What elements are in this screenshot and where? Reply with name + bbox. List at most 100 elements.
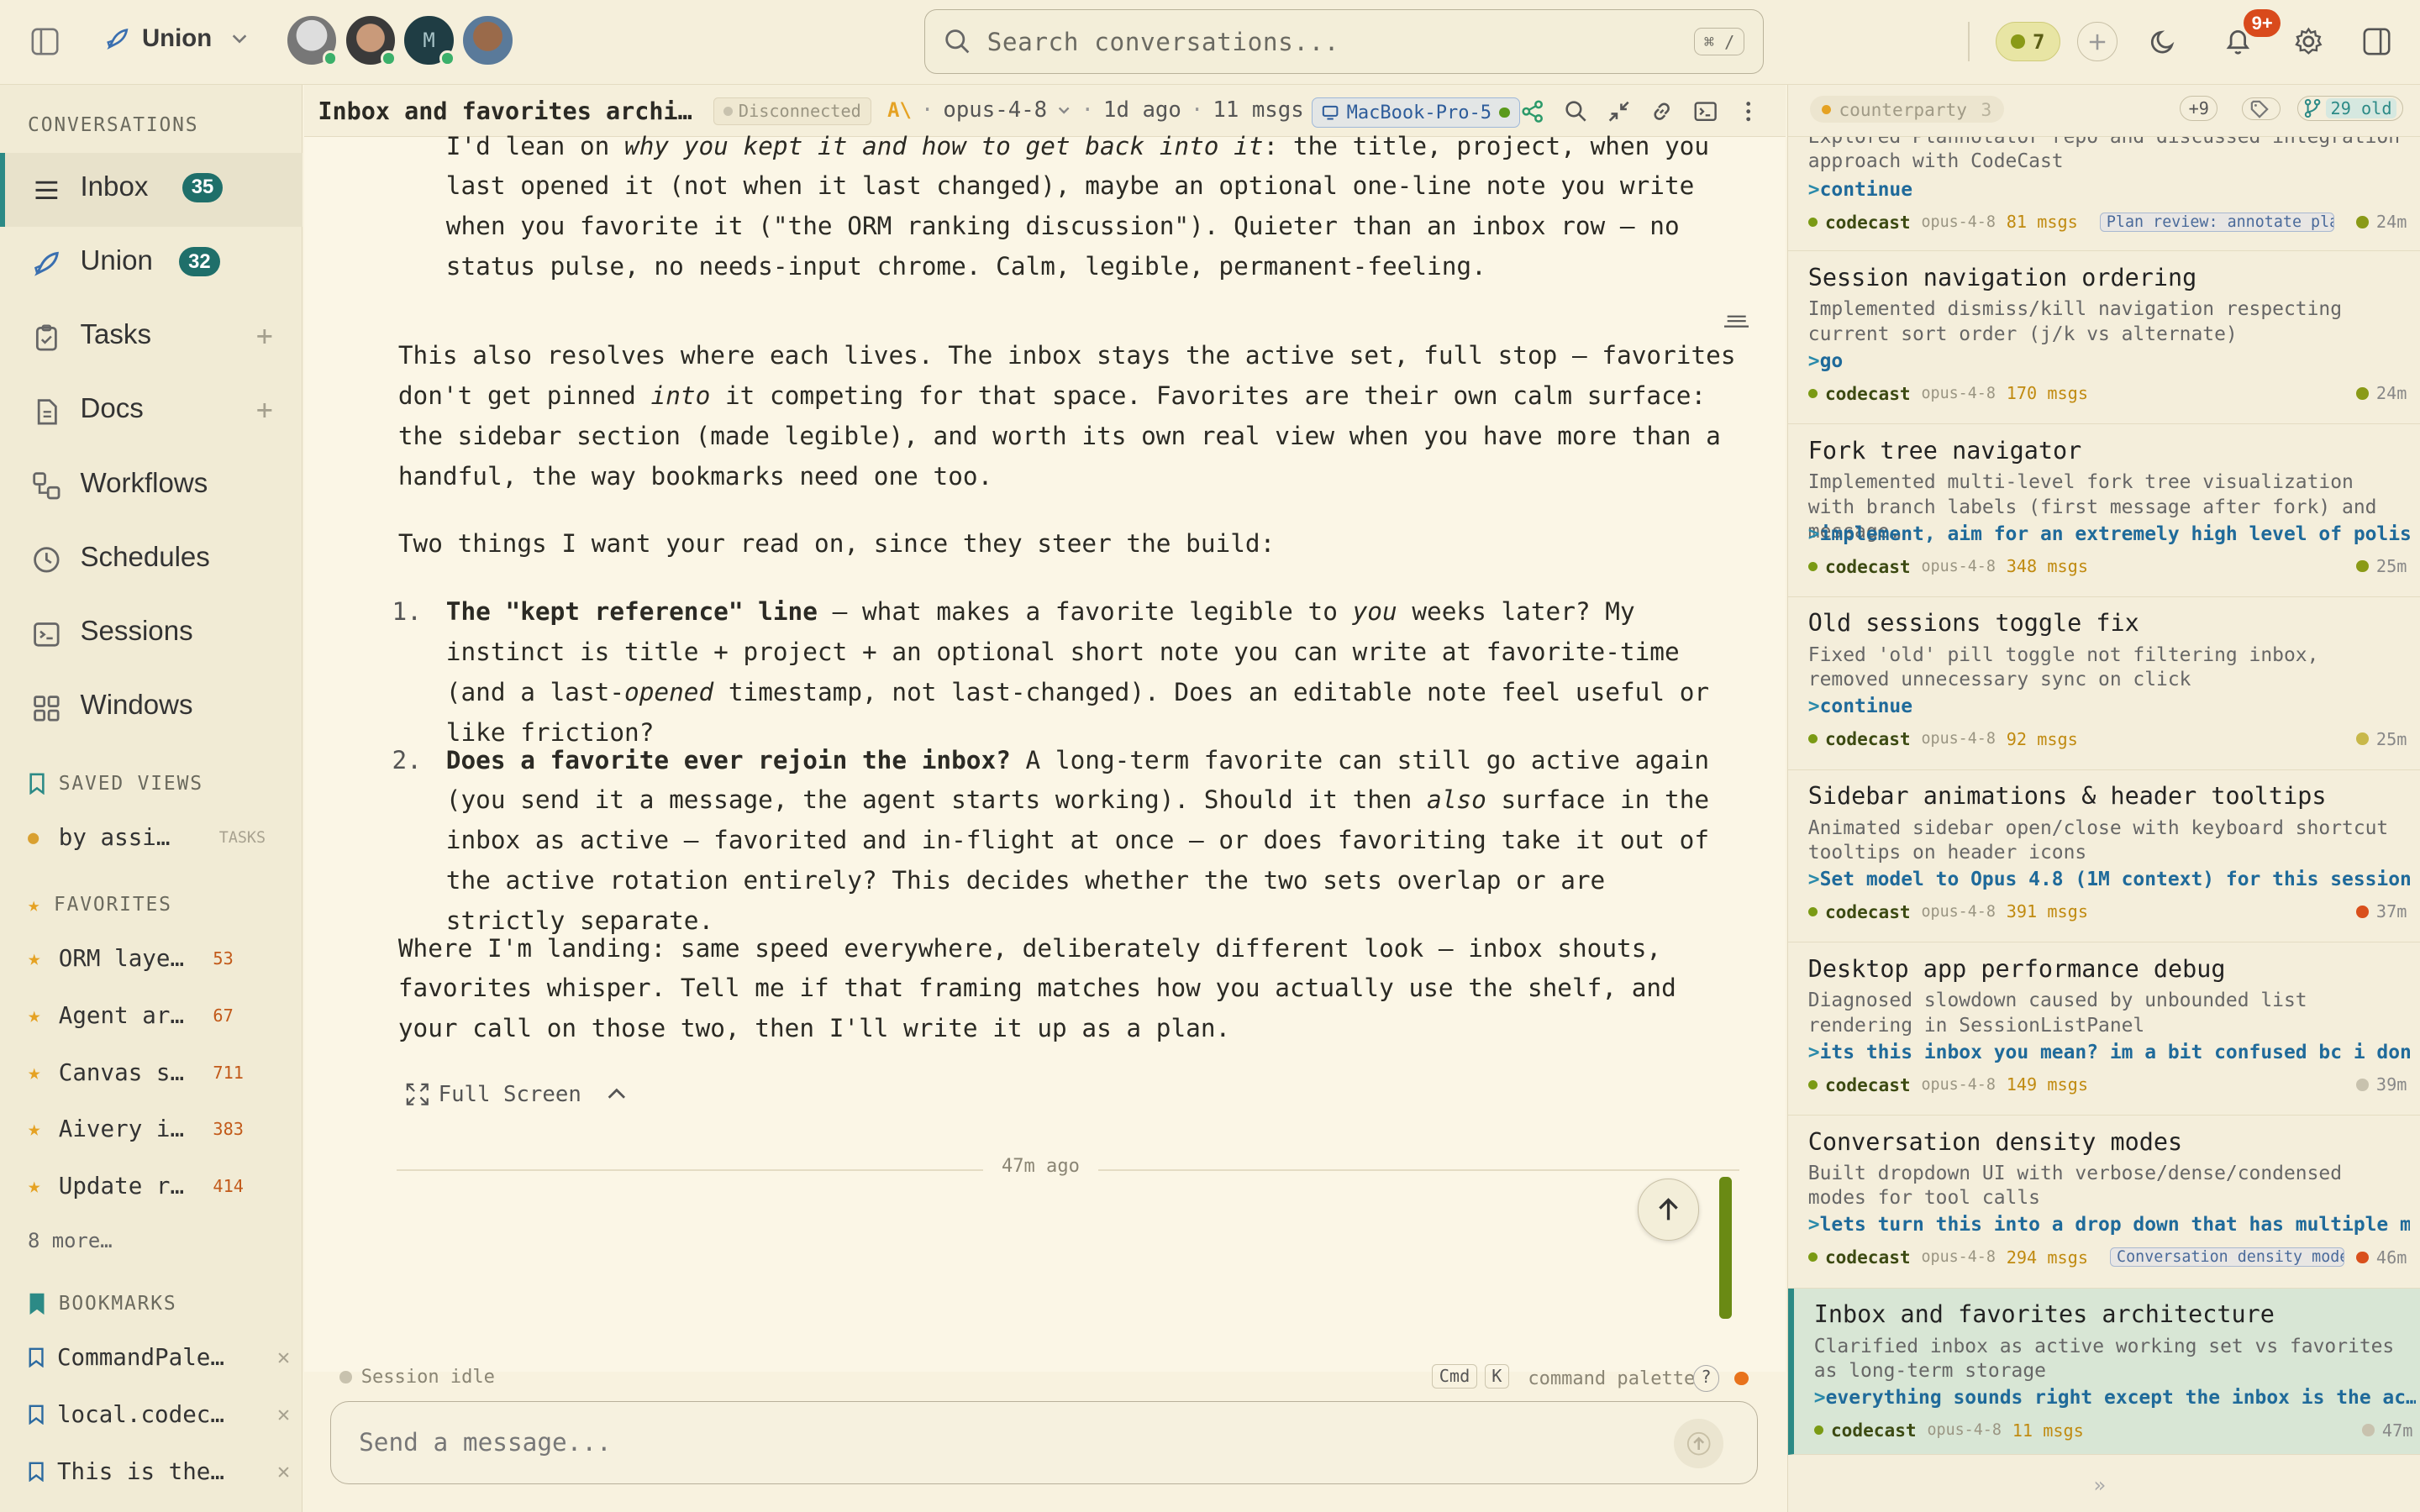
favorite-item[interactable]: ★ Aivery i… 383	[28, 1112, 290, 1146]
active-sessions-pill[interactable]: 7	[1995, 21, 2060, 62]
sidebar-item-windows[interactable]: Windows	[0, 671, 302, 745]
send-button[interactable]	[1673, 1418, 1723, 1468]
star-icon: ★	[28, 1173, 41, 1200]
session-card[interactable]: Conversation density modes Built dropdown…	[1787, 1116, 2420, 1289]
project-name: codecast	[1824, 555, 1911, 577]
bookmark-label: CommandPale…	[56, 1344, 224, 1372]
avatar[interactable]	[344, 13, 397, 66]
session-card-selected[interactable]: Inbox and favorites architecture Clarifie…	[1787, 1288, 2420, 1455]
favorite-item[interactable]: ★ Canvas s… 711	[28, 1055, 290, 1089]
favorites-more-link[interactable]: 8 more…	[28, 1224, 290, 1257]
session-card[interactable]: Old sessions toggle fix Fixed 'old' pill …	[1787, 597, 2420, 770]
session-card[interactable]: Session navigation ordering Implemented d…	[1787, 251, 2420, 425]
clipboard-icon	[31, 323, 62, 354]
more-icon[interactable]	[1736, 99, 1760, 123]
favorite-item[interactable]: ★ Update r… 414	[28, 1169, 290, 1203]
help-icon[interactable]: ?	[1692, 1365, 1720, 1392]
search-input[interactable]: Search conversations... ⌘ /	[924, 9, 1765, 75]
new-session-button[interactable]	[2077, 21, 2118, 62]
remove-bookmark-button[interactable]: ✕	[277, 1459, 290, 1484]
message-input[interactable]: Send a message...	[330, 1400, 1758, 1484]
session-card[interactable]: Desktop app performance debug Diagnosed s…	[1787, 942, 2420, 1116]
saved-view-item[interactable]: ● by assi… TASKS	[28, 821, 290, 854]
session-card[interactable]: Sidebar animations & header tooltips Anim…	[1787, 770, 2420, 943]
notifications-button[interactable]: 9+	[2223, 9, 2281, 57]
full-screen-button[interactable]: Full Screen	[406, 1082, 628, 1107]
message-count: 11 msgs	[2012, 1420, 2084, 1441]
message-paragraph: This also resolves where each lives. The…	[397, 341, 1736, 491]
sidebar-item-tasks[interactable]: Tasks +	[0, 301, 302, 375]
add-doc-button[interactable]: +	[256, 393, 273, 426]
scrollbar[interactable]	[1719, 1177, 1732, 1320]
collapse-icon[interactable]	[1607, 99, 1631, 123]
avatar[interactable]: M	[402, 13, 455, 66]
session-card[interactable]: Explored Plannotator repo and discussed …	[1787, 137, 2420, 252]
share-icon[interactable]	[1520, 99, 1544, 123]
sidebar-item-inbox[interactable]: Inbox 35	[0, 152, 302, 227]
session-last-prompt: >everything sounds right except the inbo…	[1813, 1387, 2417, 1410]
search-icon[interactable]	[1564, 99, 1588, 123]
old-sessions-toggle[interactable]: 29 old	[2297, 95, 2404, 121]
workspace-switcher[interactable]: Union	[105, 24, 249, 53]
machine-badge[interactable]: MacBook-Pro-5	[1312, 97, 1521, 129]
scroll-to-top-button[interactable]	[1637, 1179, 1700, 1241]
sidebar-toggle-icon[interactable]	[31, 28, 59, 55]
more-filters-button[interactable]: +9	[2180, 95, 2218, 121]
favorite-item[interactable]: ★ ORM laye… 53	[28, 941, 290, 974]
plan-tag[interactable]: Plan review: annotate pla	[2099, 212, 2334, 232]
favorite-count: 414	[213, 1176, 244, 1197]
moon-icon[interactable]	[2149, 26, 2180, 57]
model-name: opus-4-8	[1927, 1421, 2002, 1440]
bookmark-item[interactable]: CommandPale… ✕	[28, 1341, 290, 1374]
bookmark-item[interactable]: This is the… ✕	[28, 1455, 290, 1488]
conversation-title[interactable]: Inbox and favorites archi…	[318, 97, 694, 125]
model-info[interactable]: A\ · opus-4-8 · 1d ago · 11 msgs	[887, 97, 1304, 123]
status-dot	[1734, 1371, 1749, 1386]
filter-label: counterparty	[1839, 98, 1967, 120]
status-dot	[2356, 559, 2369, 573]
plan-tag[interactable]: Conversation density mode	[2109, 1247, 2344, 1268]
bookmark-icon	[28, 773, 46, 795]
cmd-key: Cmd	[1432, 1363, 1477, 1389]
link-icon[interactable]	[1649, 99, 1674, 123]
terminal-icon[interactable]	[1693, 99, 1718, 123]
sidebar-item-sessions[interactable]: Sessions	[0, 597, 302, 671]
bookmark-label: local.codec…	[56, 1401, 224, 1429]
remove-bookmark-button[interactable]: ✕	[277, 1345, 290, 1370]
model-name: opus-4-8	[1921, 730, 1996, 748]
sidebar-item-schedules[interactable]: Schedules	[0, 523, 302, 597]
tag-filter-button[interactable]	[2241, 97, 2281, 121]
command-palette-hint[interactable]: command palette	[1528, 1368, 1695, 1389]
sidebar-item-docs[interactable]: Docs +	[0, 375, 302, 449]
bookmark-item[interactable]: local.codec… ✕	[28, 1398, 290, 1431]
list-number: 2.	[392, 745, 422, 774]
branch-icon	[2304, 98, 2321, 118]
bookmark-icon	[28, 1404, 45, 1425]
top-bar: Union M Search conversations... ⌘ / 7 9+	[0, 0, 2420, 86]
avatar[interactable]	[285, 13, 339, 66]
session-age: 25m	[2375, 728, 2407, 749]
project-name: codecast	[1824, 728, 1911, 750]
session-card[interactable]: Fork tree navigator Implemented multi-lev…	[1787, 424, 2420, 597]
favorite-item[interactable]: ★ Agent ar… 67	[28, 998, 290, 1032]
top-right-actions: 7 9+	[1967, 9, 2391, 65]
project-name: codecast	[1824, 382, 1911, 404]
model-name: opus-4-8	[1921, 557, 1996, 575]
favorite-label: ORM laye…	[58, 944, 185, 972]
list-number: 1.	[392, 597, 422, 627]
filter-pill[interactable]: counterparty 3	[1809, 95, 2004, 123]
sidebar-item-union[interactable]: Union 32	[0, 227, 302, 301]
remove-bookmark-button[interactable]: ✕	[277, 1402, 290, 1427]
right-panel-toggle-icon[interactable]	[2363, 28, 2391, 55]
sidebar-item-workflows[interactable]: Workflows	[0, 449, 302, 522]
session-last-prompt: >its this inbox you mean? im a bit confu…	[1807, 1041, 2411, 1063]
avatar[interactable]	[461, 13, 514, 66]
add-task-button[interactable]: +	[256, 319, 273, 352]
sidebar-item-label: Sessions	[80, 615, 193, 647]
list-item: The "kept reference" line — what makes a…	[445, 597, 1710, 747]
outline-toggle-icon[interactable]	[1723, 313, 1749, 328]
expand-panel-button[interactable]: »	[2094, 1473, 2106, 1497]
session-last-prompt: >Set model to Opus 4.8 (1M context) for …	[1807, 869, 2411, 891]
rocket-icon	[105, 27, 129, 51]
gear-icon[interactable]	[2293, 26, 2324, 57]
